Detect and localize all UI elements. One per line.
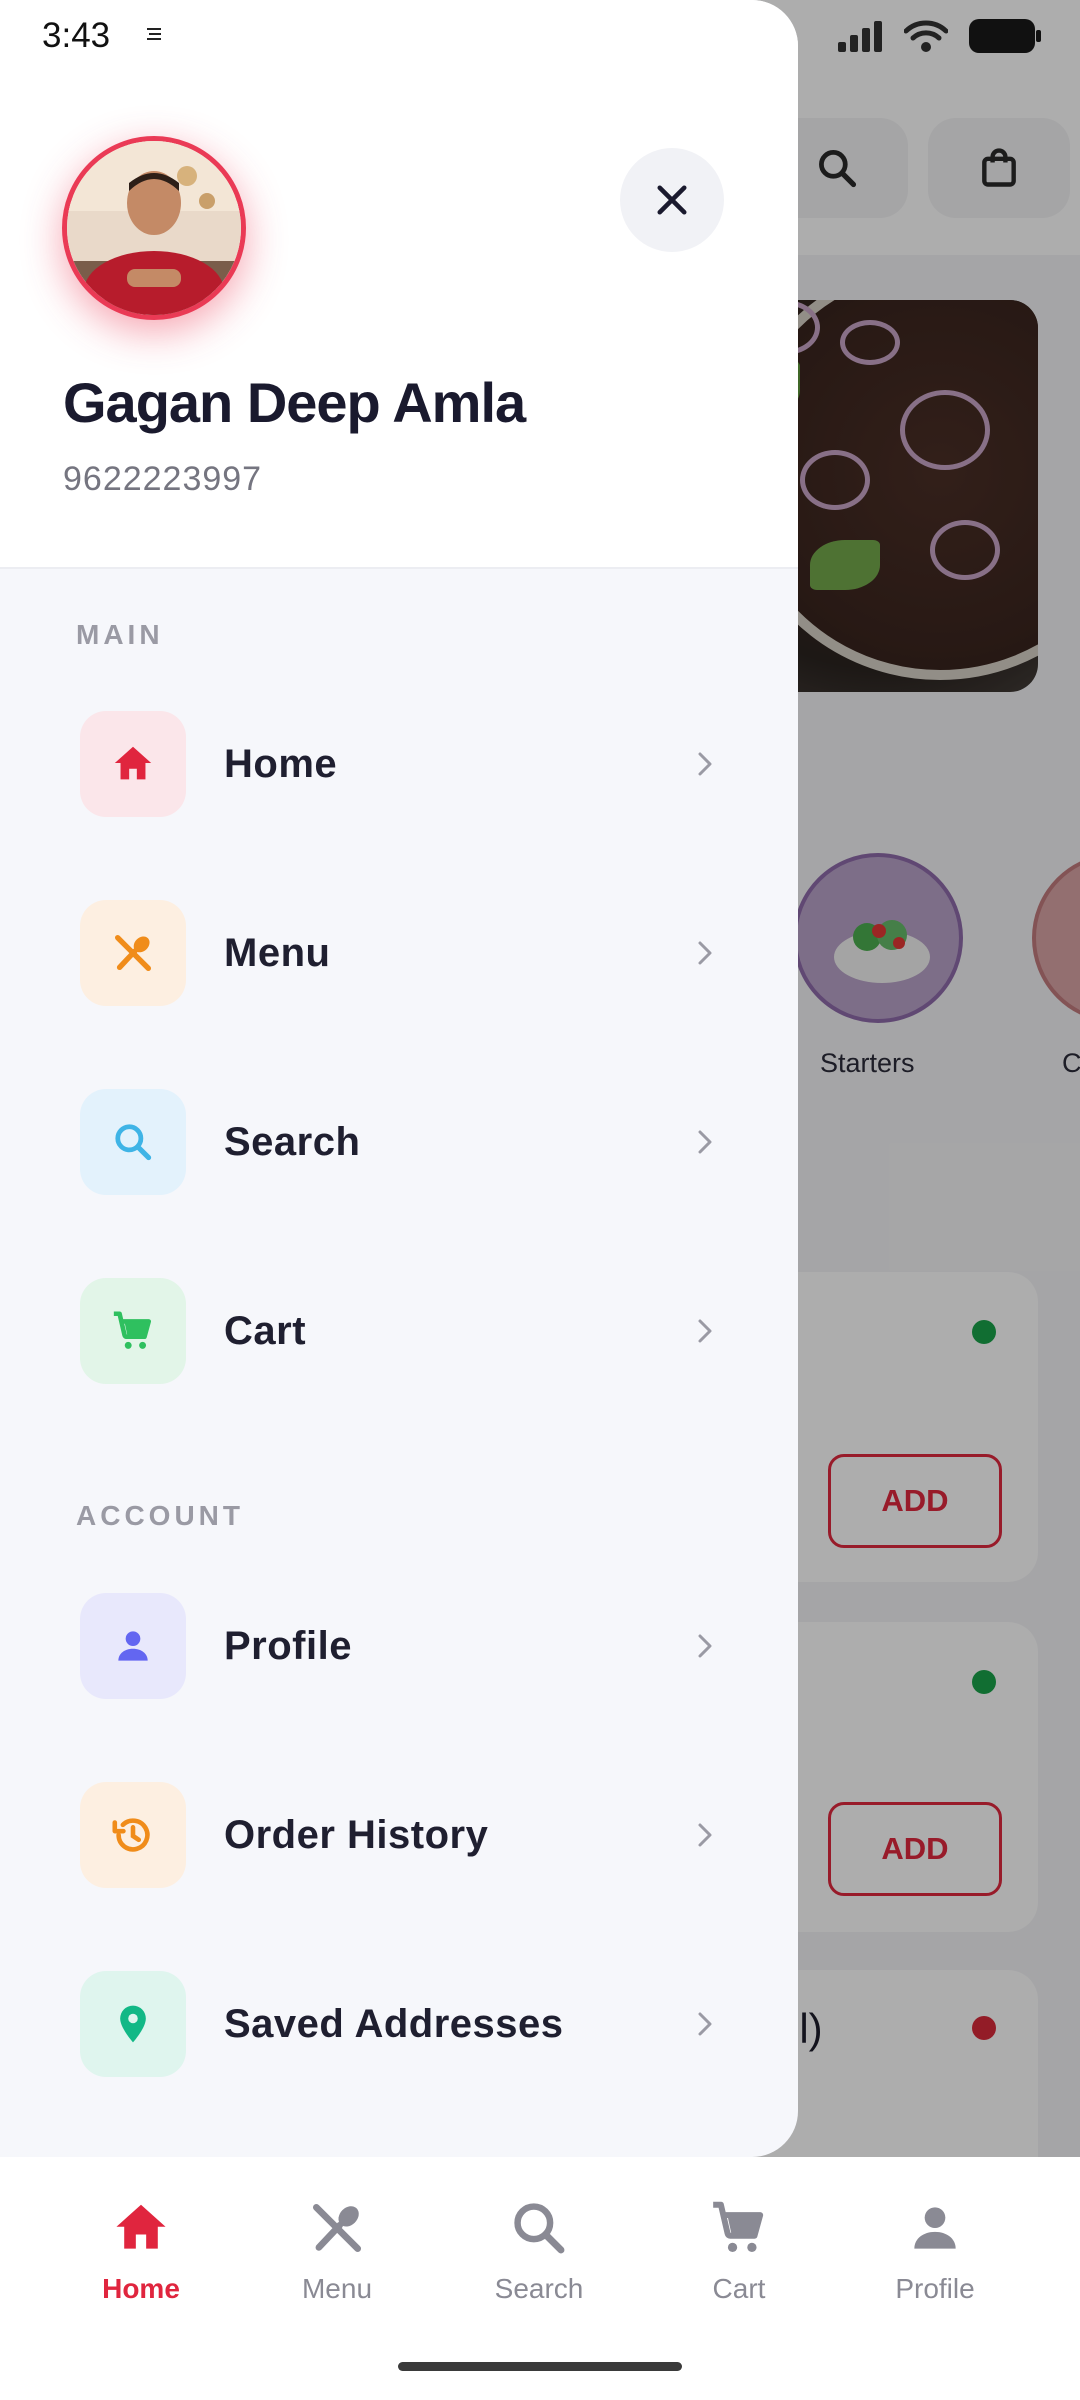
drawer-item-profile[interactable]: Profile	[80, 1593, 720, 1699]
drawer-item-label: Home	[224, 741, 338, 786]
bottom-nav-profile[interactable]: Profile	[855, 2197, 1015, 2305]
person-icon	[118, 1631, 148, 1661]
avatar[interactable]	[62, 136, 246, 320]
drawer-item-label: Profile	[224, 1623, 352, 1668]
avatar-photo	[67, 141, 241, 315]
cart-icon	[113, 1311, 152, 1349]
bottom-nav-menu[interactable]: Menu	[257, 2197, 417, 2305]
bottom-nav-cart[interactable]: Cart	[659, 2197, 819, 2305]
location-pin-icon	[120, 2005, 146, 2043]
drawer-item-label: Order History	[224, 1812, 489, 1857]
utensils-icon	[312, 2203, 362, 2253]
drawer-item-icon-box	[80, 711, 186, 817]
wifi-icon	[904, 20, 948, 52]
drawer-item-icon-box	[80, 1278, 186, 1384]
app-screen: Starters C ADD ADD ll) 3:43 Gagan Deep A…	[0, 0, 1080, 2400]
drawer-item-cart[interactable]: Cart	[80, 1278, 720, 1384]
notification-icon	[147, 28, 161, 40]
navigation-drawer: Gagan Deep Amla 9622223997 MAIN Home Men…	[0, 0, 798, 2157]
user-phone: 9622223997	[63, 460, 263, 498]
drawer-item-icon-box	[80, 1089, 186, 1195]
cart-icon	[713, 2201, 764, 2253]
user-name: Gagan Deep Amla	[63, 371, 526, 434]
close-drawer-button[interactable]	[620, 148, 724, 252]
utensils-icon	[114, 934, 152, 972]
drawer-item-label: Search	[224, 1119, 361, 1164]
drawer-item-label: Menu	[224, 930, 331, 975]
bottom-nav-search[interactable]: Search	[459, 2197, 619, 2305]
battery-icon	[969, 19, 1041, 53]
chevron-right-icon	[698, 752, 712, 776]
bottom-nav-label: Search	[494, 2273, 584, 2304]
bottom-nav-label: Home	[102, 2273, 180, 2304]
bottom-nav-home[interactable]: Home	[61, 2197, 221, 2305]
chevron-right-icon	[698, 1319, 712, 1343]
drawer-item-label: Cart	[224, 1308, 307, 1353]
drawer-item-icon-box	[80, 900, 186, 1006]
home-icon	[114, 746, 152, 780]
drawer-item-search[interactable]: Search	[80, 1089, 720, 1195]
drawer-profile-header: Gagan Deep Amla 9622223997	[0, 0, 798, 569]
drawer-item-home[interactable]: Home	[80, 711, 720, 817]
chevron-right-icon	[698, 941, 712, 965]
drawer-item-icon-box	[80, 1593, 186, 1699]
home-indicator[interactable]	[398, 2362, 682, 2371]
chevron-right-icon	[698, 1130, 712, 1154]
drawer-item-order-history[interactable]: Order History	[80, 1782, 720, 1888]
status-time: 3:43	[42, 16, 111, 55]
history-icon	[112, 1818, 150, 1852]
bottom-nav-label: Menu	[301, 2273, 373, 2304]
home-icon	[116, 2204, 166, 2249]
close-icon	[657, 185, 687, 215]
section-label-main: MAIN	[76, 619, 164, 650]
drawer-item-label: Saved Addresses	[224, 2001, 564, 2046]
search-icon	[115, 1124, 152, 1161]
status-icons	[838, 18, 1042, 54]
drawer-item-menu[interactable]: Menu	[80, 900, 720, 1006]
person-icon	[914, 2207, 956, 2249]
signal-icon	[838, 21, 882, 52]
section-label-account: ACCOUNT	[76, 1500, 244, 1531]
search-icon	[514, 2203, 565, 2254]
drawer-item-icon-box	[80, 1782, 186, 1888]
chevron-right-icon	[698, 2012, 712, 2036]
bottom-nav-label: Profile	[895, 2273, 975, 2304]
drawer-item-icon-box	[80, 1971, 186, 2077]
chevron-right-icon	[698, 1634, 712, 1658]
bottom-nav-label: Cart	[712, 2273, 766, 2304]
drawer-item-saved-addresses[interactable]: Saved Addresses	[80, 1971, 720, 2077]
chevron-right-icon	[698, 1823, 712, 1847]
